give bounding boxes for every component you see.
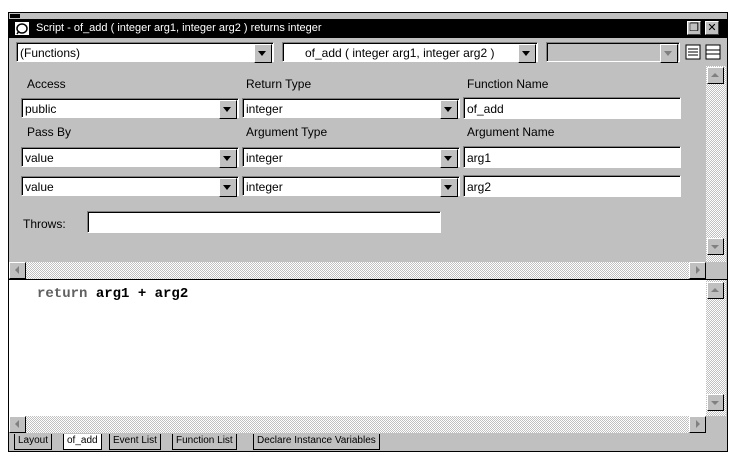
pass-by-label: Pass By [27, 125, 72, 139]
function-select-value: of_add ( integer arg1, integer arg2 ) [305, 46, 495, 60]
argument-name-field[interactable]: arg2 [463, 175, 681, 197]
argument-name-value: arg2 [467, 180, 492, 194]
access-value: public [25, 102, 57, 116]
tab-event-list[interactable]: Event List [109, 434, 161, 450]
return-type-value: integer [246, 102, 283, 116]
list-view-icon[interactable] [685, 44, 701, 60]
properties-vertical-scrollbar[interactable] [706, 66, 726, 262]
argument-type-value: integer [246, 180, 283, 194]
access-label: Access [27, 77, 66, 91]
split-view-icon[interactable] [705, 44, 721, 60]
close-icon[interactable]: ✕ [705, 21, 719, 35]
tab-declare-instance-variables[interactable]: Declare Instance Variables [253, 434, 380, 450]
argument-type-value: integer [246, 151, 283, 165]
chevron-down-icon[interactable] [440, 100, 458, 119]
object-select[interactable]: (Functions) [16, 42, 274, 63]
properties-horizontal-scrollbar[interactable] [9, 262, 706, 279]
object-select-value: (Functions) [20, 46, 81, 60]
tab-function-list[interactable]: Function List [172, 434, 237, 450]
function-name-field[interactable]: of_add [463, 97, 681, 119]
function-name-value: of_add [467, 102, 504, 116]
code-keyword: return [37, 286, 88, 302]
scroll-up-icon[interactable] [707, 282, 724, 299]
chevron-down-icon[interactable] [219, 178, 237, 197]
pass-by-select[interactable]: value [21, 147, 239, 168]
argument-type-select[interactable]: integer [242, 147, 460, 168]
scroll-left-icon[interactable] [9, 262, 26, 279]
secondary-select[interactable] [546, 42, 680, 63]
throws-label: Throws: [23, 217, 66, 231]
scroll-right-icon[interactable] [689, 416, 706, 433]
argument-name-value: arg1 [467, 151, 492, 165]
tab-layout[interactable]: Layout [14, 434, 53, 450]
argument-name-field[interactable]: arg1 [463, 146, 681, 168]
chevron-down-icon[interactable] [518, 44, 536, 63]
pass-by-value: value [25, 151, 54, 165]
scroll-down-icon[interactable] [707, 394, 724, 411]
function-name-label: Function Name [467, 77, 549, 91]
script-icon [14, 21, 30, 36]
return-type-select[interactable]: integer [242, 98, 460, 119]
chevron-down-icon[interactable] [440, 178, 458, 197]
window-frame-accent [10, 14, 20, 18]
window-title: Script - of_add ( integer arg1, integer … [36, 22, 322, 34]
code-expression: arg1 + arg2 [87, 286, 189, 302]
argument-type-label: Argument Type [246, 125, 328, 139]
editor-horizontal-scrollbar[interactable] [9, 416, 706, 433]
code-line: return arg1 + arg2 [37, 286, 188, 302]
argument-name-label: Argument Name [467, 125, 555, 139]
function-select[interactable]: of_add ( integer arg1, integer arg2 ) [282, 42, 538, 63]
scroll-up-icon[interactable] [707, 67, 724, 84]
restore-icon[interactable]: ❐ [687, 21, 701, 35]
throws-field[interactable] [87, 211, 441, 233]
access-select[interactable]: public [21, 98, 239, 119]
chevron-down-icon [660, 44, 678, 63]
chevron-down-icon[interactable] [440, 149, 458, 168]
scroll-left-icon[interactable] [9, 416, 26, 433]
tab-of-add[interactable]: of_add [63, 434, 102, 450]
scroll-right-icon[interactable] [689, 262, 706, 279]
chevron-down-icon[interactable] [219, 149, 237, 168]
argument-type-select[interactable]: integer [242, 176, 460, 197]
chevron-down-icon[interactable] [254, 44, 272, 63]
pass-by-value: value [25, 180, 54, 194]
chevron-down-icon[interactable] [219, 100, 237, 119]
scroll-down-icon[interactable] [707, 238, 724, 255]
return-type-label: Return Type [246, 77, 312, 91]
pass-by-select[interactable]: value [21, 176, 239, 197]
